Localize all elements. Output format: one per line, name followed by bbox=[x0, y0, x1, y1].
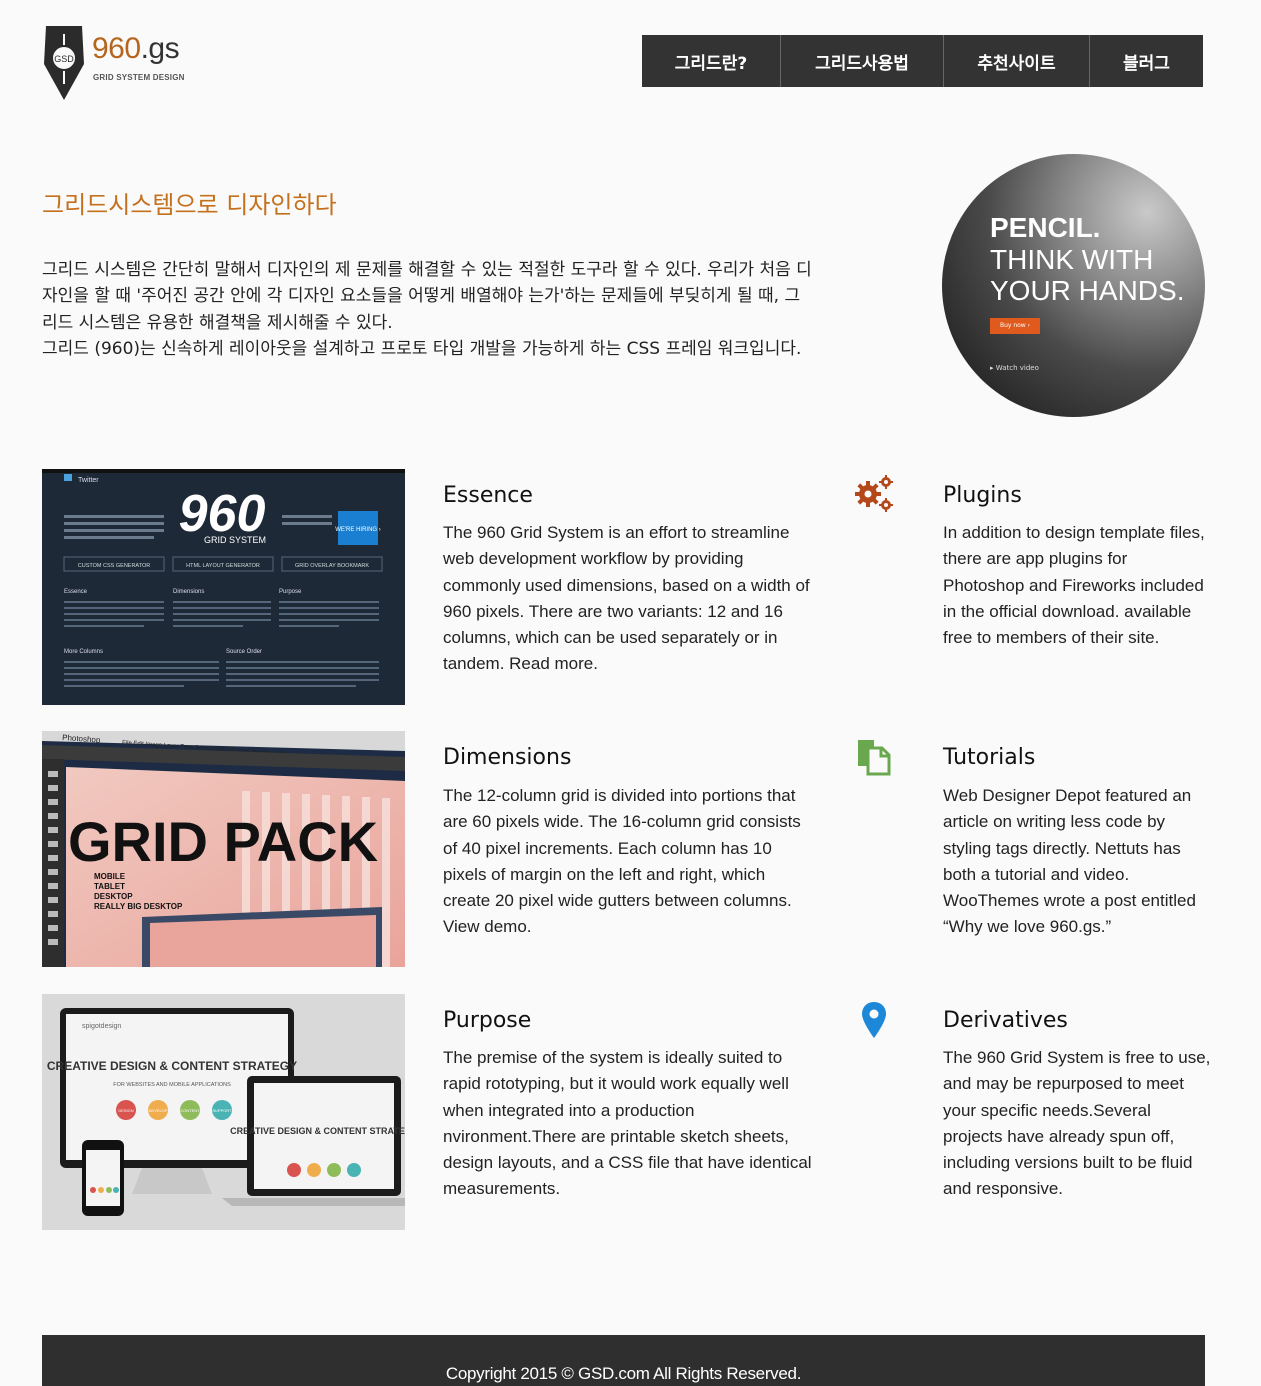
intro-body: 그리드 시스템은 간단히 말해서 디자인의 제 문제를 해결할 수 있는 적절한… bbox=[42, 257, 812, 362]
tablet-headline: CREATIVE DESIGN & CONTENT STRATEGY bbox=[230, 1126, 405, 1136]
thumb-heading: Dimensions bbox=[173, 589, 204, 595]
hero-pencil-image: PENCIL. THINK WITH YOUR HANDS. Buy now ›… bbox=[942, 154, 1205, 417]
pen-nib-icon: GSD bbox=[44, 26, 84, 100]
intro-paragraph: 그리드 시스템은 간단히 말해서 디자인의 제 문제를 해결할 수 있는 적절한… bbox=[42, 260, 812, 333]
brand-tagline: GRID SYSTEM DESIGN bbox=[93, 73, 185, 82]
nav-item-recommended-sites[interactable]: 추천사이트 bbox=[944, 35, 1090, 87]
thumb-line: REALLY BIG DESKTOP bbox=[94, 902, 183, 911]
devices-screenshot: spigotdesign CREATIVE DESIGN & CONTENT S… bbox=[42, 994, 405, 1230]
nav-item-blog[interactable]: 블러그 bbox=[1090, 35, 1203, 87]
gears-icon bbox=[852, 473, 896, 517]
thumb-brand: Twitter bbox=[78, 477, 99, 484]
thumb-badge: SUPPORT bbox=[212, 1108, 232, 1113]
hero-line: YOUR HANDS. bbox=[990, 275, 1185, 306]
derivatives-title: Derivatives bbox=[943, 1008, 1068, 1033]
plugins-title: Plugins bbox=[943, 483, 1022, 508]
thumb-line: DESKTOP bbox=[94, 892, 133, 901]
brand-name: 960.gs bbox=[92, 32, 180, 66]
essence-screenshot: Twitter 960 GRID SYSTEM WE'RE HIRING › C… bbox=[42, 469, 405, 705]
dimensions-title: Dimensions bbox=[443, 745, 572, 770]
hero-line: PENCIL. bbox=[990, 212, 1101, 243]
thumb-badge: CONTENT bbox=[180, 1108, 200, 1113]
tutorials-title: Tutorials bbox=[943, 745, 1036, 770]
footer: Copyright 2015 © GSD.com All Rights Rese… bbox=[42, 1335, 1205, 1386]
thumb-heading: More Columns bbox=[64, 649, 103, 655]
copyright-text: Copyright 2015 © GSD.com All Rights Rese… bbox=[445, 1364, 802, 1383]
hero-watch-video: ▸ Watch video bbox=[990, 364, 1039, 372]
thumb-subheadline: FOR WEBSITES AND MOBILE APPLICATIONS bbox=[113, 1082, 231, 1088]
main-nav: 그리드란? 그리드사용법 추천사이트 블러그 bbox=[642, 35, 1203, 87]
hero-line: THINK WITH bbox=[990, 244, 1154, 275]
thumb-tab: CUSTOM CSS GENERATOR bbox=[78, 563, 150, 569]
nav-item-how-to-use[interactable]: 그리드사용법 bbox=[781, 35, 944, 87]
thumb-hiring: WE'RE HIRING › bbox=[335, 527, 380, 533]
thumb-heading: Purpose bbox=[279, 589, 302, 595]
grid-pack-screenshot: Photoshop File Edit Image Layer Type Sel… bbox=[42, 731, 405, 967]
hero-buy-now: Buy now › bbox=[990, 318, 1040, 334]
plugins-text: In addition to design template files, th… bbox=[943, 523, 1205, 648]
purpose-text: The premise of the system is ideally sui… bbox=[443, 1048, 812, 1199]
thumb-caption: GRID SYSTEM bbox=[204, 535, 266, 545]
page-title: 그리드시스템으로 디자인하다 bbox=[42, 191, 337, 219]
purpose-title: Purpose bbox=[443, 1008, 532, 1033]
nav-item-what-is-grid[interactable]: 그리드란? bbox=[642, 35, 781, 87]
brand-suffix: .gs bbox=[140, 32, 180, 65]
thumb-line: MOBILE bbox=[94, 872, 126, 881]
essence-thumbnail: Twitter 960 GRID SYSTEM WE'RE HIRING › C… bbox=[42, 469, 405, 705]
tutorials-text: Web Designer Depot featured an article o… bbox=[943, 786, 1196, 937]
dimensions-thumbnail: Photoshop File Edit Image Layer Type Sel… bbox=[42, 731, 405, 967]
map-pin-icon bbox=[852, 998, 896, 1042]
thumb-tab: GRID OVERLAY BOOKMARK bbox=[295, 563, 369, 569]
thumb-badge: DESIGN bbox=[118, 1108, 133, 1113]
thumb-heading: Essence bbox=[64, 589, 88, 595]
thumb-badge: DEVELOP bbox=[149, 1108, 168, 1113]
thumb-tab: HTML LAYOUT GENERATOR bbox=[186, 563, 260, 569]
site-logo[interactable]: GSD 960.gs GRID SYSTEM DESIGN bbox=[40, 20, 190, 102]
thumb-headline: CREATIVE DESIGN & CONTENT STRATEGY bbox=[47, 1059, 297, 1073]
documents-icon bbox=[852, 736, 896, 780]
essence-title: Essence bbox=[443, 483, 533, 508]
derivatives-text: The 960 Grid System is free to use, and … bbox=[943, 1048, 1211, 1199]
dimensions-text: The 12-column grid is divided into porti… bbox=[443, 786, 801, 937]
essence-text: The 960 Grid System is an effort to stre… bbox=[443, 523, 810, 674]
logo-badge-text: GSD bbox=[54, 54, 74, 64]
thumb-headline: GRID PACK bbox=[68, 810, 378, 873]
intro-paragraph: 그리드 (960)는 신속하게 레이아웃을 설계하고 프로토 타입 개발을 가능… bbox=[42, 338, 802, 359]
thumb-heading: Source Order bbox=[226, 649, 262, 655]
thumb-brand: spigotdesign bbox=[82, 1023, 121, 1030]
purpose-thumbnail: spigotdesign CREATIVE DESIGN & CONTENT S… bbox=[42, 994, 405, 1230]
thumb-line: TABLET bbox=[94, 882, 125, 891]
brand-prefix: 960 bbox=[92, 32, 141, 65]
